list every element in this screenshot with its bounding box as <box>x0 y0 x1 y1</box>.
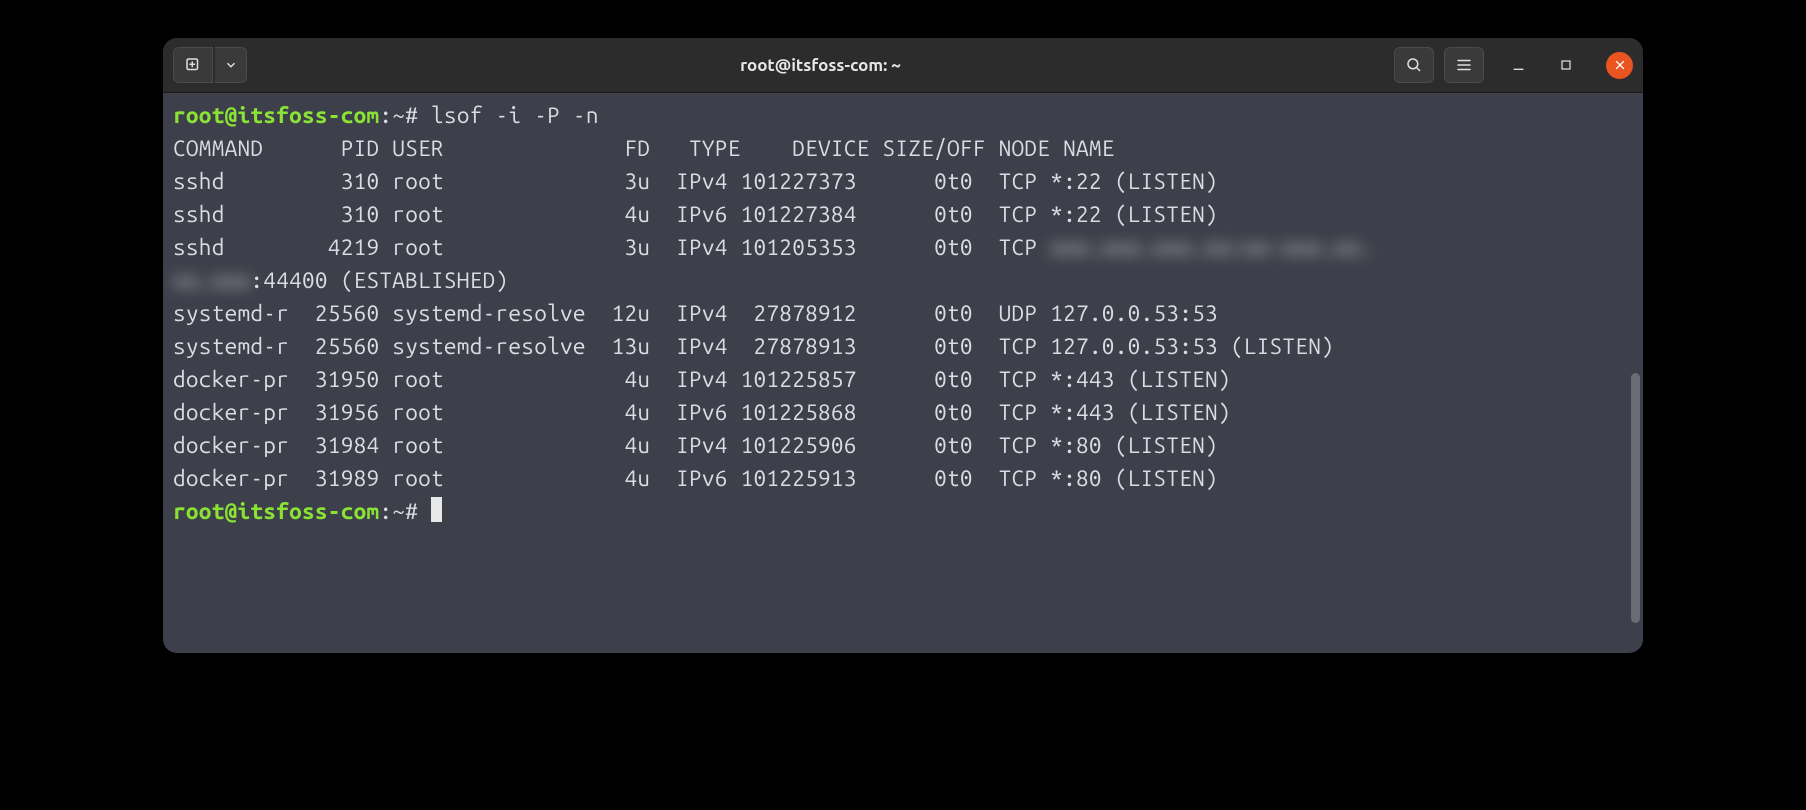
command: lsof -i -P -n <box>431 103 599 128</box>
prompt-symbol: # <box>405 103 418 128</box>
terminal-line: root@itsfoss-com:~# <box>173 495 1633 528</box>
prompt-user-host: root@itsfoss-com <box>173 103 379 128</box>
prompt-user-host: root@itsfoss-com <box>173 499 379 524</box>
tab-dropdown-button[interactable] <box>215 47 247 83</box>
terminal-line: systemd-r 25560 systemd-resolve 12u IPv4… <box>173 297 1633 330</box>
prompt-symbol: # <box>405 499 418 524</box>
terminal-line: systemd-r 25560 systemd-resolve 13u IPv4… <box>173 330 1633 363</box>
scrollbar[interactable] <box>1631 373 1640 623</box>
terminal-window: root@itsfoss-com: ~ root@itsfoss-com:~# … <box>163 38 1643 653</box>
maximize-button[interactable] <box>1552 51 1580 79</box>
redacted-ip: xx.xxx <box>173 268 250 293</box>
terminal-line: sshd 310 root 3u IPv4 101227373 0t0 TCP … <box>173 165 1633 198</box>
prompt-path: ~ <box>392 103 405 128</box>
close-button[interactable] <box>1606 52 1633 79</box>
minimize-button[interactable] <box>1504 51 1532 79</box>
search-button[interactable] <box>1394 47 1434 83</box>
terminal-line: docker-pr 31956 root 4u IPv6 101225868 0… <box>173 396 1633 429</box>
terminal-line: sshd 310 root 4u IPv6 101227384 0t0 TCP … <box>173 198 1633 231</box>
titlebar: root@itsfoss-com: ~ <box>163 38 1643 93</box>
terminal-line: docker-pr 31950 root 4u IPv4 101225857 0… <box>173 363 1633 396</box>
terminal-line: docker-pr 31989 root 4u IPv6 101225913 0… <box>173 462 1633 495</box>
terminal-pane[interactable]: root@itsfoss-com:~# lsof -i -P -nCOMMAND… <box>163 93 1643 653</box>
terminal-line: docker-pr 31984 root 4u IPv4 101225906 0… <box>173 429 1633 462</box>
terminal-line: xx.xxx:44400 (ESTABLISHED) <box>173 264 1633 297</box>
window-title: root@itsfoss-com: ~ <box>247 56 1394 75</box>
redacted-ip: xxx.xxx.xxx.xx:xx-xxx.xx. <box>1050 235 1373 260</box>
new-tab-button[interactable] <box>173 47 213 83</box>
terminal-line: COMMAND PID USER FD TYPE DEVICE SIZE/OFF… <box>173 132 1633 165</box>
terminal-line: sshd 4219 root 3u IPv4 101205353 0t0 TCP… <box>173 231 1633 264</box>
menu-button[interactable] <box>1444 47 1484 83</box>
titlebar-left-group <box>173 47 247 83</box>
titlebar-right-group <box>1394 47 1633 83</box>
terminal-line: root@itsfoss-com:~# lsof -i -P -n <box>173 99 1633 132</box>
prompt-path: ~ <box>392 499 405 524</box>
cursor <box>431 497 442 522</box>
